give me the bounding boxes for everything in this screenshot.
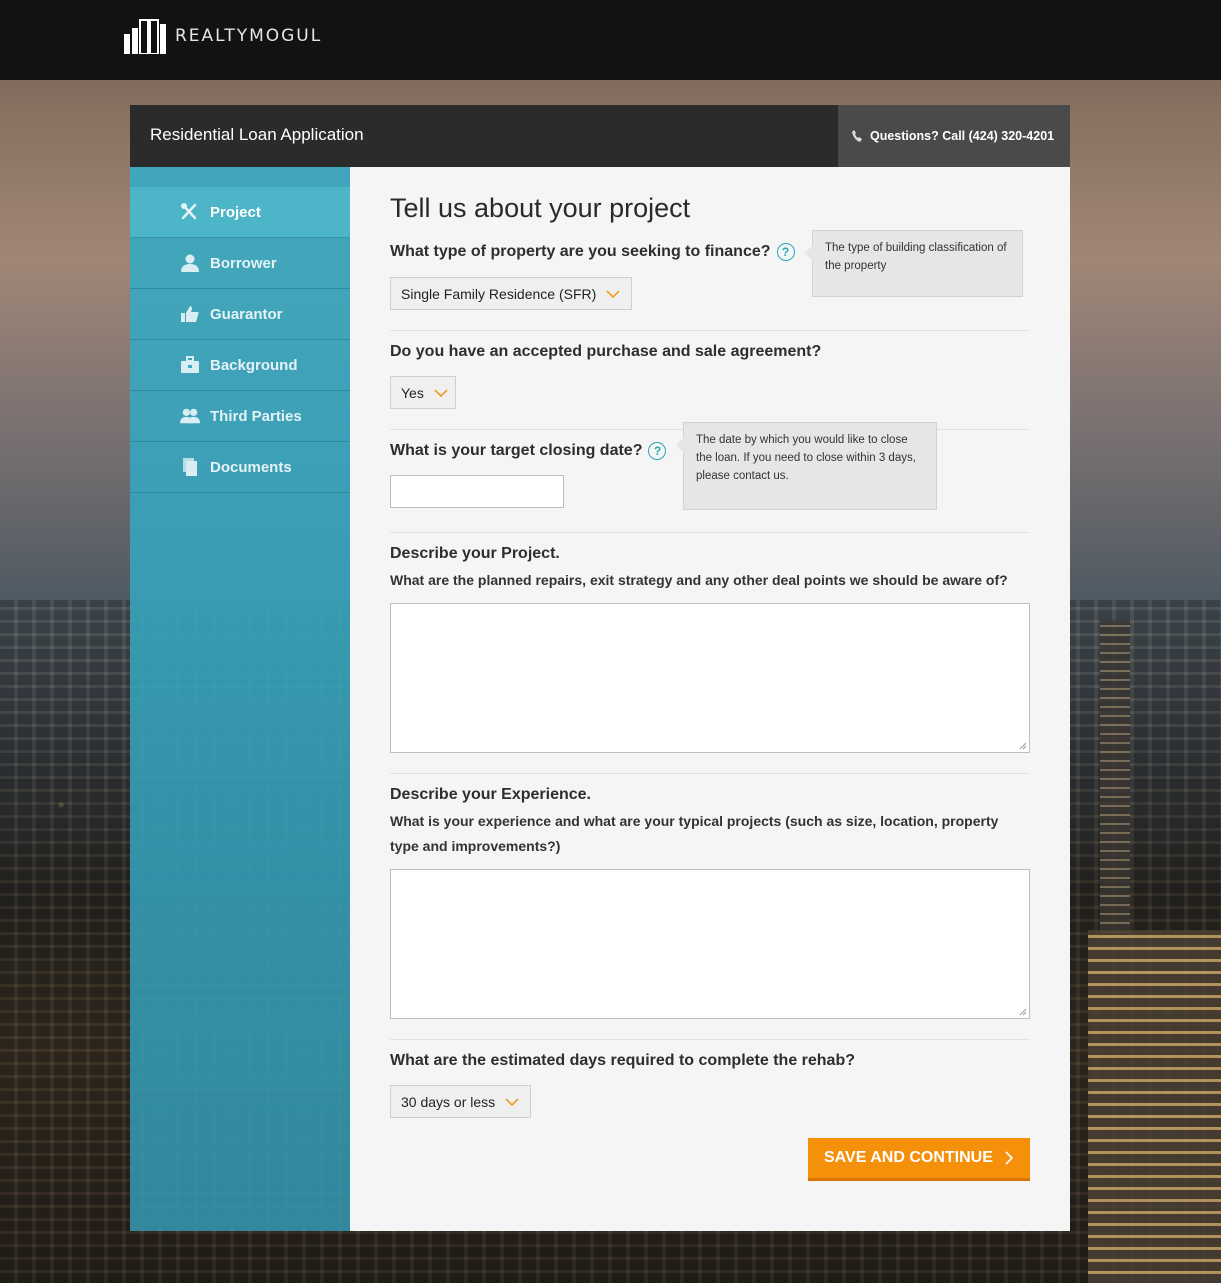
sidebar-item-third-parties[interactable]: Third Parties [130,391,350,442]
loan-application: Residential Loan Application Questions? … [130,105,1070,1231]
sidebar-item-label: Documents [210,458,292,476]
sidebar-item-guarantor[interactable]: Guarantor [130,289,350,340]
building-logo-icon [124,19,166,54]
background-building [1100,620,1130,940]
select-value: Single Family Residence (SFR) [401,285,597,302]
sidebar-nav: Project Borrower Guarantor Background Th… [130,167,350,1231]
chevron-right-icon [1005,1151,1013,1165]
documents-icon [180,458,200,476]
rehab-days-select[interactable]: 30 days or less [390,1085,531,1118]
sidebar-item-label: Third Parties [210,407,302,425]
divider [390,532,1030,533]
tools-icon [180,203,200,221]
phone-icon [852,130,862,142]
question-text: What type of property are you seeking to… [390,243,771,261]
resize-handle-icon[interactable] [1019,742,1027,750]
resize-handle-icon[interactable] [1019,1008,1027,1016]
question-text: What is your target closing date? [390,442,643,460]
select-value: Yes [401,384,424,401]
sidebar-item-borrower[interactable]: Borrower [130,238,350,289]
brand-name: REALTYMOGUL [175,26,323,46]
purchase-agreement-question: Do you have an accepted purchase and sal… [390,343,822,360]
purchase-agreement-select[interactable]: Yes [390,376,456,409]
project-title: Describe your Project. [390,545,560,562]
select-value: 30 days or less [401,1093,496,1110]
help-text: Questions? Call (424) 320-4201 [870,129,1055,143]
help-icon[interactable]: ? [648,442,667,460]
property-type-question: What type of property are you seeking to… [390,243,795,261]
user-icon [180,254,200,272]
thumbs-up-icon [180,305,200,323]
experience-textarea[interactable] [390,869,1030,1019]
tooltip: The date by which you would like to clos… [676,422,937,510]
divider [390,1039,1030,1040]
background-building [1088,930,1221,1283]
sidebar-item-label: Guarantor [210,305,283,323]
project-prompt: What are the planned repairs, exit strat… [390,572,1008,588]
tooltip-text: The type of building classification of t… [825,242,1007,272]
help-phone[interactable]: Questions? Call (424) 320-4201 [838,105,1070,167]
experience-prompt: What is your experience and what are you… [390,813,999,854]
sidebar-item-label: Borrower [210,254,277,272]
chevron-down-icon [606,289,620,298]
app-header: Residential Loan Application Questions? … [130,105,1070,167]
tooltip-text: The date by which you would like to clos… [696,434,916,482]
help-icon[interactable]: ? [776,243,795,261]
experience-title: Describe your Experience. [390,786,591,803]
sidebar-item-label: Project [210,203,261,221]
chevron-down-icon [434,388,448,397]
logo[interactable]: REALTYMOGUL [123,18,322,54]
closing-date-question: What is your target closing date?? [390,442,667,460]
rehab-days-question: What are the estimated days required to … [390,1052,855,1069]
app-title: Residential Loan Application [150,125,364,144]
divider [390,330,1030,331]
property-type-select[interactable]: Single Family Residence (SFR) [390,277,632,310]
button-label: SAVE AND CONTINUE [824,1149,993,1166]
sidebar-item-project[interactable]: Project [130,187,350,238]
chevron-down-icon [505,1097,519,1106]
page-title: Tell us about your project [390,193,691,223]
closing-date-input[interactable] [390,475,564,508]
briefcase-icon [180,356,200,374]
users-icon [180,407,200,425]
form-panel: Tell us about your project What type of … [350,167,1070,1231]
sidebar-item-background[interactable]: Background [130,340,350,391]
sidebar-item-documents[interactable]: Documents [130,442,350,493]
top-bar: REALTYMOGUL [0,0,1221,80]
tooltip: The type of building classification of t… [805,230,1023,297]
save-and-continue-button[interactable]: SAVE AND CONTINUE [808,1138,1030,1181]
sidebar-item-label: Background [210,356,298,374]
project-textarea[interactable] [390,603,1030,753]
divider [390,773,1030,774]
